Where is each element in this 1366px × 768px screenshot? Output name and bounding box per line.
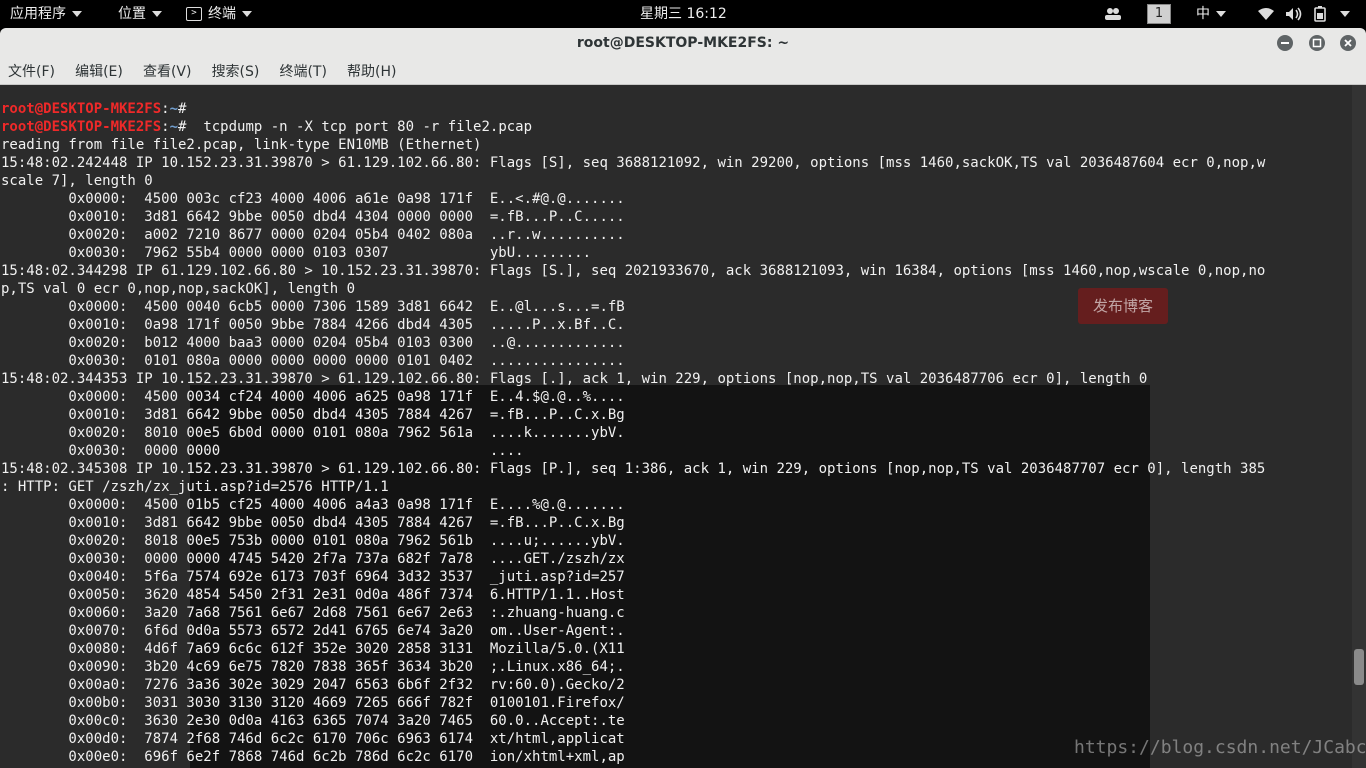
output-line: 0x0000: 4500 003c cf23 4000 4006 a61e 0a… xyxy=(1,191,625,207)
terminal-scrollbar[interactable] xyxy=(1352,85,1366,768)
wifi-icon[interactable] xyxy=(1258,0,1274,28)
chevron-down-icon xyxy=(1216,11,1226,17)
output-line: 0x0010: 3d81 6642 9bbe 0050 dbd4 4304 00… xyxy=(1,209,625,225)
prompt-path: ~ xyxy=(169,101,179,117)
output-line: 0x0000: 4500 01b5 cf25 4000 4006 a4a3 0a… xyxy=(1,497,625,513)
terminal-icon: > xyxy=(186,7,202,21)
scrolled-line xyxy=(1,85,1265,100)
output-line: 15:48:02.345308 IP 10.152.23.31.39870 > … xyxy=(1,461,1266,477)
menu-help[interactable]: 帮助(H) xyxy=(339,60,403,84)
maximize-icon xyxy=(1312,38,1322,48)
prompt-separator: : xyxy=(161,101,170,117)
menu-edit[interactable]: 编辑(E) xyxy=(67,60,130,84)
output-line: 0x0030: 7962 55b4 0000 0000 0103 0307 yb… xyxy=(1,245,592,261)
input-method-menu[interactable]: 中 xyxy=(1196,0,1226,28)
output-line: 0x0040: 5f6a 7574 692e 6173 703f 6964 3d… xyxy=(1,569,625,585)
output-line: 0x0010: 3d81 6642 9bbe 0050 dbd4 4305 78… xyxy=(1,407,625,423)
output-line: 0x0030: 0000 0000 4745 5420 2f7a 737a 68… xyxy=(1,551,625,567)
minimize-button[interactable] xyxy=(1277,35,1293,51)
output-line: 0x00a0: 7276 3a36 302e 3029 2047 6563 6b… xyxy=(1,677,625,693)
scrollbar-thumb[interactable] xyxy=(1354,649,1364,685)
battery-icon[interactable] xyxy=(1313,0,1327,28)
prompt-line: root@DESKTOP-MKE2FS:~# xyxy=(1,100,1265,118)
output-line: 0x0070: 6f6d 0d0a 5573 6572 2d41 6765 6e… xyxy=(1,623,625,639)
places-menu[interactable]: 位置 xyxy=(118,0,162,28)
window-title: root@DESKTOP-MKE2FS: ~ xyxy=(576,35,790,51)
workspace-indicator[interactable]: 1 xyxy=(1147,0,1171,28)
output-line: 0x0010: 3d81 6642 9bbe 0050 dbd4 4305 78… xyxy=(1,515,625,531)
terminal-lines: root@DESKTOP-MKE2FS:~# root@DESKTOP-MKE2… xyxy=(1,85,1265,768)
workspace-number: 1 xyxy=(1147,4,1171,24)
prompt-hash: # xyxy=(178,119,195,135)
clock[interactable]: 星期三 16:12 xyxy=(640,0,727,28)
menu-view[interactable]: 查看(V) xyxy=(135,60,199,84)
watermark: https://blog.csdn.net/JCabc1 xyxy=(1074,737,1366,758)
menu-file[interactable]: 文件(F) xyxy=(0,60,62,84)
prompt-path: ~ xyxy=(169,119,179,135)
menu-bar: 文件(F) 编辑(E) 查看(V) 搜索(S) 终端(T) 帮助(H) xyxy=(0,60,1366,85)
chevron-down-icon xyxy=(152,11,162,17)
command-line: root@DESKTOP-MKE2FS:~# tcpdump -n -X tcp… xyxy=(1,118,1265,136)
output-line: 0x0090: 3b20 4c69 6e75 7820 7838 365f 36… xyxy=(1,659,625,675)
prompt-hash: # xyxy=(178,101,195,117)
chevron-down-icon xyxy=(242,11,252,17)
terminal-app-label: 终端 xyxy=(208,6,236,22)
users-icon[interactable] xyxy=(1104,0,1122,28)
output-line: reading from file file2.pcap, link-type … xyxy=(1,137,482,153)
output-line: : HTTP: GET /zszh/zx_juti.asp?id=2576 HT… xyxy=(1,479,389,495)
output-line: 0x0050: 3620 4854 5450 2f31 2e31 0d0a 48… xyxy=(1,587,625,603)
output-line: p,TS val 0 ecr 0,nop,nop,sackOK], length… xyxy=(1,281,356,297)
menu-terminal[interactable]: 终端(T) xyxy=(271,60,333,84)
output-line: 0x0000: 4500 0040 6cb5 0000 7306 1589 3d… xyxy=(1,299,625,315)
command-output: reading from file file2.pcap, link-type … xyxy=(1,136,1265,768)
prompt-user-host: root@DESKTOP-MKE2FS xyxy=(1,119,162,135)
input-method-label: 中 xyxy=(1196,6,1210,22)
output-line: 0x0030: 0101 080a 0000 0000 0000 0000 01… xyxy=(1,353,625,369)
command-text: tcpdump -n -X tcp port 80 -r file2.pcap xyxy=(194,119,533,135)
output-line: 15:48:02.242448 IP 10.152.23.31.39870 > … xyxy=(1,155,1266,171)
minimize-icon xyxy=(1281,42,1289,44)
volume-icon[interactable] xyxy=(1285,0,1303,28)
output-line: 0x0020: 8010 00e5 6b0d 0000 0101 080a 79… xyxy=(1,425,625,441)
output-line: scale 7], length 0 xyxy=(1,173,153,189)
prompt-separator: : xyxy=(161,119,170,135)
places-label: 位置 xyxy=(118,6,146,22)
output-line: 0x0080: 4d6f 7a69 6c6c 612f 352e 3020 28… xyxy=(1,641,625,657)
applications-label: 应用程序 xyxy=(10,6,66,22)
output-line: 0x0020: a002 7210 8677 0000 0204 05b4 04… xyxy=(1,227,625,243)
close-icon xyxy=(1344,39,1352,47)
close-button[interactable] xyxy=(1340,35,1356,51)
terminal-output[interactable]: 发布博客 root@DESKTOP-MKE2FS:~# root@DESKTOP… xyxy=(0,85,1352,768)
output-line: 0x00b0: 3031 3030 3130 3120 4669 7265 66… xyxy=(1,695,625,711)
output-line: 0x00c0: 3630 2e30 0d0a 4163 6365 7074 3a… xyxy=(1,713,625,729)
output-line: 0x0020: 8018 00e5 753b 0000 0101 080a 79… xyxy=(1,533,625,549)
system-menu[interactable] xyxy=(1334,0,1350,28)
window-titlebar[interactable]: root@DESKTOP-MKE2FS: ~ xyxy=(0,28,1366,60)
top-panel: 应用程序 位置 > 终端 星期三 16:12 1 中 xyxy=(0,0,1366,28)
output-line: 0x0020: b012 4000 baa3 0000 0204 05b4 01… xyxy=(1,335,625,351)
chevron-down-icon xyxy=(1340,11,1350,17)
output-line: 15:48:02.344298 IP 61.129.102.66.80 > 10… xyxy=(1,263,1266,279)
clock-label: 星期三 16:12 xyxy=(640,6,727,22)
output-line: 0x0060: 3a20 7a68 7561 6e67 2d68 7561 6e… xyxy=(1,605,625,621)
maximize-button[interactable] xyxy=(1309,35,1325,51)
output-line: 15:48:02.344353 IP 10.152.23.31.39870 > … xyxy=(1,371,1148,387)
terminal-app-menu[interactable]: > 终端 xyxy=(186,0,252,28)
output-line: 0x0030: 0000 0000 .... xyxy=(1,443,524,459)
prompt-user-host: root@DESKTOP-MKE2FS xyxy=(1,101,162,117)
output-line: 0x0000: 4500 0034 cf24 4000 4006 a625 0a… xyxy=(1,389,625,405)
menu-search[interactable]: 搜索(S) xyxy=(204,60,267,84)
applications-menu[interactable]: 应用程序 xyxy=(10,0,82,28)
chevron-down-icon xyxy=(72,11,82,17)
output-line: 0x0010: 0a98 171f 0050 9bbe 7884 4266 db… xyxy=(1,317,625,333)
